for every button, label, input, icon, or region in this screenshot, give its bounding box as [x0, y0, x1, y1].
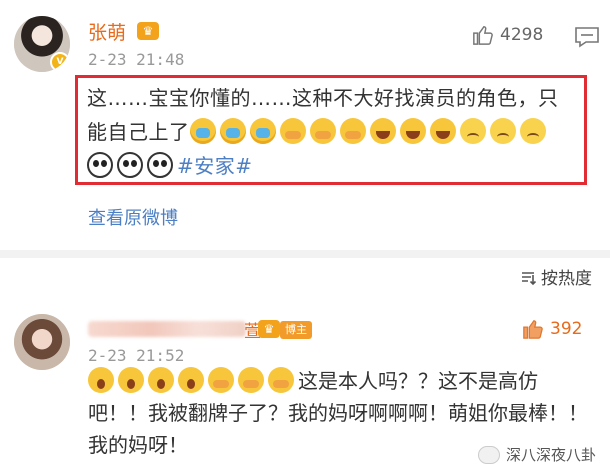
emoji-icon: [148, 367, 174, 393]
watermark-text: 深八深夜八卦: [505, 446, 596, 464]
emoji-icon: [219, 118, 246, 144]
post-like-button[interactable]: 4298: [472, 24, 543, 46]
section-divider: [0, 250, 610, 258]
thumb-up-icon: [523, 320, 543, 339]
crown-icon: ♛: [137, 22, 159, 40]
emoji-icon: [339, 118, 366, 144]
emoji-icon: [87, 152, 113, 178]
emoji-icon: [369, 118, 396, 144]
post-author-name[interactable]: 张萌: [88, 18, 126, 45]
post-text: 这……宝宝你懂的……这种不大好找演员的角色，只能自己上了#安家#: [87, 81, 577, 183]
hashtag-link[interactable]: #安家#: [177, 154, 253, 178]
sort-label: 按热度: [541, 269, 592, 289]
comment-author-name-blurred[interactable]: [88, 321, 246, 337]
view-original-link[interactable]: 查看原微博: [88, 204, 178, 230]
chat-bubble-icon: [477, 445, 500, 464]
emoji-icon: [189, 118, 216, 144]
crown-icon: ♛: [258, 320, 280, 338]
emoji-icon: [429, 118, 456, 144]
comment-timestamp: 2-23 21:52: [88, 346, 185, 365]
emoji-icon: [88, 367, 114, 393]
original-post: V 张萌 ♛ 2-23 21:48 4298 这……宝宝你懂的……这种不大好找演…: [0, 0, 610, 250]
emoji-icon: [268, 367, 294, 393]
emoji-icon: [309, 118, 336, 144]
emoji-icon: [147, 152, 173, 178]
emoji-icon: [279, 118, 306, 144]
comment-author-avatar[interactable]: [14, 314, 70, 370]
emoji-icon: [459, 118, 486, 144]
vip-badge-icon: V: [50, 52, 70, 72]
post-author-avatar[interactable]: V: [14, 16, 70, 72]
sort-icon: [522, 271, 537, 285]
emoji-icon: [178, 367, 204, 393]
watermark: 深八深夜八卦: [477, 444, 596, 465]
emoji-icon: [399, 118, 426, 144]
sort-by-hot-button[interactable]: 按热度: [519, 264, 592, 289]
post-timestamp: 2-23 21:48: [88, 50, 185, 69]
emoji-icon: [238, 367, 264, 393]
host-badge: 博主: [280, 321, 312, 339]
emoji-icon: [117, 152, 143, 178]
comment-like-button[interactable]: 392: [522, 318, 582, 340]
comment-icon[interactable]: [574, 26, 600, 48]
emoji-icon: [208, 367, 234, 393]
thumb-up-icon: [473, 26, 493, 45]
emoji-icon: [519, 118, 546, 144]
emoji-icon: [249, 118, 276, 144]
comment-like-count: 392: [550, 319, 583, 339]
post-like-count: 4298: [500, 25, 544, 45]
emoji-icon: [489, 118, 516, 144]
emoji-icon: [118, 367, 144, 393]
